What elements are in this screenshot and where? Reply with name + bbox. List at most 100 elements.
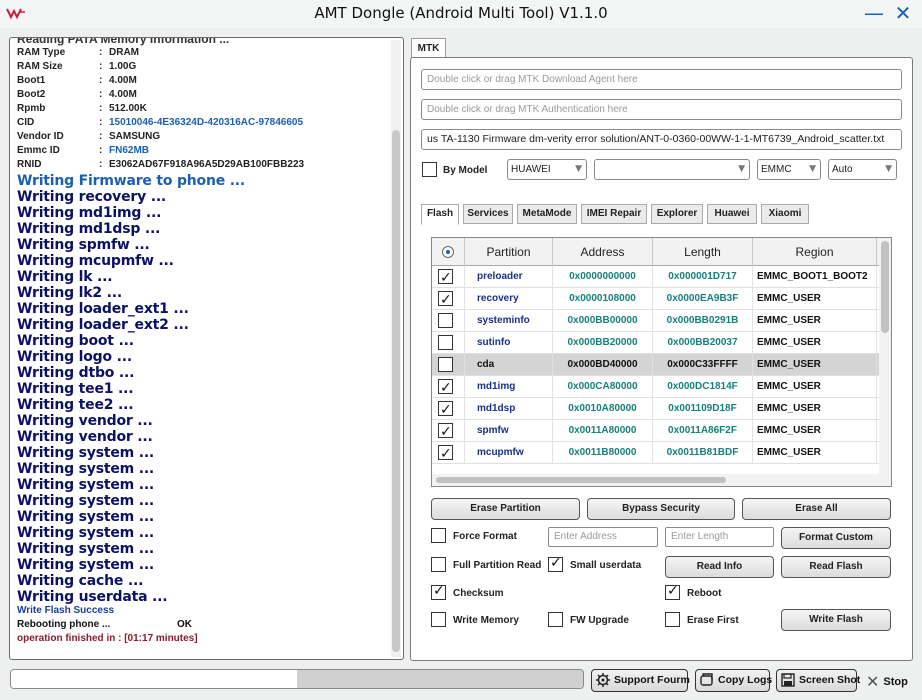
select-all-radio-icon[interactable]: [442, 246, 454, 258]
table-vscroll-thumb[interactable]: [881, 241, 889, 333]
storage-select[interactable]: EMMC ▼: [757, 159, 821, 180]
table-row[interactable]: spmfw0x0011A800000x0011A86F2FEMMC_USER: [432, 420, 879, 443]
close-button[interactable]: ✕: [893, 3, 913, 23]
row-checkbox[interactable]: [438, 313, 453, 328]
row-checkbox[interactable]: [438, 357, 453, 372]
address-cell: 0x0010A80000: [553, 398, 653, 420]
row-checkbox[interactable]: [438, 399, 453, 421]
read-flash-button[interactable]: Read Flash: [781, 556, 891, 578]
force-format-checkbox[interactable]: [431, 528, 446, 543]
row-checkbox[interactable]: [438, 335, 453, 350]
row-select-cell[interactable]: [432, 288, 465, 311]
table-row[interactable]: mcupmfw0x0011B800000x0011B81BDFEMMC_USER: [432, 442, 879, 465]
log-line: Writing lk ...: [17, 269, 113, 285]
row-select-cell[interactable]: [432, 266, 465, 289]
write-memory-checkbox[interactable]: [431, 612, 446, 627]
row-select-cell[interactable]: [432, 310, 465, 332]
table-horizontal-scrollbar[interactable]: [432, 474, 879, 486]
reboot-checkbox[interactable]: [665, 583, 680, 600]
log-info-sep: :: [99, 131, 103, 142]
tab-services[interactable]: Services: [463, 204, 513, 224]
log-line: Writing loader_ext2 ...: [17, 317, 189, 333]
log-scrollbar[interactable]: [391, 40, 401, 657]
log-line: Writing mcupmfw ...: [17, 253, 174, 269]
length-cell: 0x0000EA9B3F: [653, 288, 753, 310]
scatter-file-field[interactable]: us TA-1130 Firmware dm-verity error solu…: [421, 129, 902, 150]
tab-flash[interactable]: Flash: [421, 204, 459, 225]
screen-shot-button[interactable]: Screen Shot: [776, 669, 860, 692]
tab-mtk[interactable]: MTK: [411, 38, 446, 58]
row-checkbox[interactable]: [438, 267, 453, 289]
log-line: Writing vendor ...: [17, 413, 153, 429]
authentication-field[interactable]: Double click or drag MTK Authentication …: [421, 99, 902, 120]
table-row[interactable]: recovery0x00001080000x0000EA9B3FEMMC_USE…: [432, 288, 879, 311]
table-row[interactable]: cda 0x000BD40000 0x000C33FFFF EMMC_USER: [432, 354, 879, 376]
table-header: Partition Address Length Region: [432, 238, 879, 266]
format-custom-button[interactable]: Format Custom: [781, 527, 891, 549]
length-cell: 0x000BB0291B: [653, 310, 753, 332]
download-agent-field[interactable]: Double click or drag MTK Download Agent …: [421, 69, 902, 90]
partition-cell: md1img: [465, 376, 553, 398]
small-userdata-checkbox[interactable]: [548, 555, 563, 572]
row-select-cell[interactable]: [432, 354, 465, 376]
header-region[interactable]: Region: [753, 238, 877, 266]
row-checkbox[interactable]: [438, 377, 453, 399]
log-line: Writing lk2 ...: [17, 285, 122, 301]
select-all-header[interactable]: [432, 238, 465, 266]
header-address[interactable]: Address: [553, 238, 653, 266]
header-length[interactable]: Length: [653, 238, 753, 266]
copy-logs-button[interactable]: Copy Logs: [695, 669, 772, 692]
minimize-button[interactable]: —: [864, 3, 884, 23]
erase-all-button[interactable]: Erase All: [742, 498, 891, 520]
table-row[interactable]: preloader0x00000000000x000001D717EMMC_BO…: [432, 266, 879, 289]
table-vertical-scrollbar[interactable]: [879, 238, 891, 486]
write-flash-button[interactable]: Write Flash: [781, 609, 891, 631]
read-info-button[interactable]: Read Info: [665, 556, 774, 578]
length-input[interactable]: Enter Length: [665, 527, 774, 547]
model-select[interactable]: ▼: [594, 159, 750, 180]
row-checkbox[interactable]: [438, 443, 453, 465]
row-checkbox[interactable]: [438, 289, 453, 311]
fw-upgrade-checkbox[interactable]: [548, 612, 563, 627]
mode-select[interactable]: Auto ▼: [828, 159, 897, 180]
log-info-key: Boot1: [17, 75, 46, 86]
table-row[interactable]: md1dsp0x0010A800000x001109D18FEMMC_USER: [432, 398, 879, 421]
support-forum-button[interactable]: Support Fourm: [591, 669, 690, 692]
stop-button[interactable]: ✕ Stop: [866, 672, 908, 691]
partition-cell: md1dsp: [465, 398, 553, 420]
row-checkbox[interactable]: [438, 421, 453, 443]
partition-cell: spmfw: [465, 420, 553, 442]
region-cell: EMMC_USER: [753, 310, 877, 332]
log-info-key: Rpmb: [17, 103, 46, 114]
bypass-security-button[interactable]: Bypass Security: [587, 498, 735, 520]
tab-metamode[interactable]: MetaMode: [517, 204, 577, 224]
address-cell: 0x0011A80000: [553, 420, 653, 442]
full-partition-read-checkbox[interactable]: [431, 557, 446, 572]
log-scrollbar-thumb[interactable]: [392, 130, 400, 652]
header-partition[interactable]: Partition: [465, 238, 553, 266]
table-row[interactable]: systeminfo 0x000BB00000 0x000BB0291B EMMC_U…: [432, 310, 879, 332]
erase-first-checkbox[interactable]: [665, 612, 680, 627]
erase-partition-button[interactable]: Erase Partition: [431, 498, 580, 520]
row-select-cell[interactable]: [432, 442, 465, 465]
address-cell: 0x000BB00000: [553, 310, 653, 332]
by-model-checkbox[interactable]: [422, 162, 437, 177]
row-select-cell[interactable]: [432, 420, 465, 443]
row-select-cell[interactable]: [432, 376, 465, 399]
chevron-down-icon: ▼: [738, 164, 745, 174]
checksum-checkbox[interactable]: [431, 583, 446, 600]
tab-xiaomi[interactable]: Xiaomi: [761, 204, 809, 224]
tab-imei-repair[interactable]: IMEI Repair: [581, 204, 647, 224]
address-input[interactable]: Enter Address: [548, 527, 658, 547]
table-row[interactable]: md1img0x000CA800000x000DC1814FEMMC_USER: [432, 376, 879, 399]
row-select-cell[interactable]: [432, 398, 465, 421]
brand-select[interactable]: HUAWEI ▼: [507, 159, 587, 180]
table-row[interactable]: sutinfo 0x000BB20000 0x000BB20037 EMMC_USER: [432, 332, 879, 354]
progress-remaining: [297, 670, 583, 688]
length-cell: 0x000C33FFFF: [653, 354, 753, 376]
tab-explorer[interactable]: Explorer: [651, 204, 703, 224]
table-hscroll-thumb[interactable]: [436, 477, 726, 483]
row-select-cell[interactable]: [432, 332, 465, 354]
tab-huawei[interactable]: Huawei: [707, 204, 757, 224]
region-cell: EMMC_USER: [753, 354, 877, 376]
